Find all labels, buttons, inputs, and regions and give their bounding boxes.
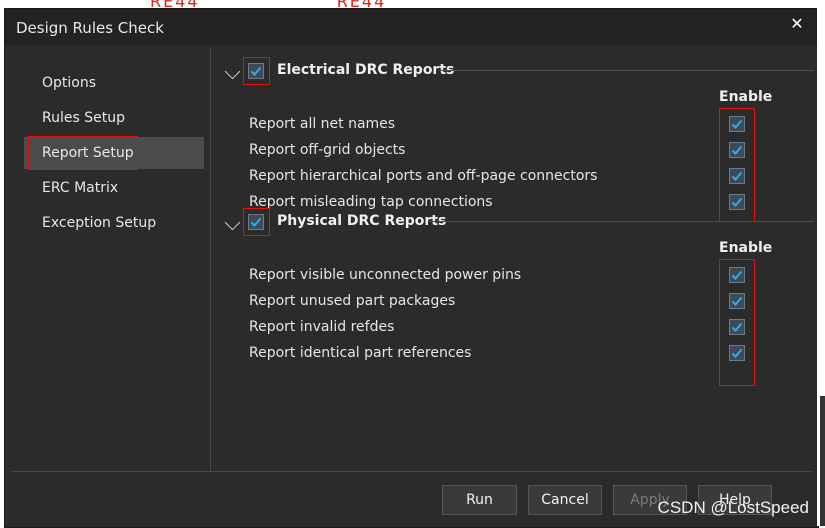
section-divider-electrical xyxy=(439,70,814,71)
checkmark-icon xyxy=(731,145,743,155)
footer-divider xyxy=(11,471,812,472)
electrical-drc-checkbox[interactable] xyxy=(248,63,264,79)
design-rules-check-dialog: Design Rules Check ✕ Options Rules Setup… xyxy=(4,8,819,528)
checkmark-icon xyxy=(731,322,743,332)
checkmark-icon xyxy=(731,270,743,280)
section-title-electrical: Electrical DRC Reports xyxy=(277,62,455,78)
background-right-edge xyxy=(820,396,825,526)
enable-checkbox-report-identical-references[interactable] xyxy=(729,345,745,361)
section-title-physical: Physical DRC Reports xyxy=(277,213,447,229)
sidebar-item-erc-matrix[interactable]: ERC Matrix xyxy=(24,172,204,204)
row-label-report-invalid-refdes: Report invalid refdes xyxy=(249,319,395,335)
enable-checkbox-report-hierarchical-ports[interactable] xyxy=(729,168,745,184)
checkmark-icon xyxy=(731,296,743,306)
checkmark-icon xyxy=(731,119,743,129)
checkmark-icon xyxy=(731,171,743,181)
row-label-report-unused-packages: Report unused part packages xyxy=(249,293,456,309)
title-bar: Design Rules Check ✕ xyxy=(5,9,818,45)
row-label-report-all-net-names: Report all net names xyxy=(249,116,396,132)
sidebar-item-options[interactable]: Options xyxy=(24,67,204,99)
row-label-report-identical-references: Report identical part references xyxy=(249,345,472,361)
checkmark-icon xyxy=(250,66,262,76)
enable-checkbox-report-off-grid-objects[interactable] xyxy=(729,142,745,158)
checkmark-icon xyxy=(731,197,743,207)
row-label-report-hierarchical-ports: Report hierarchical ports and off-page c… xyxy=(249,168,598,184)
row-label-report-visible-unconnected: Report visible unconnected power pins xyxy=(249,267,522,283)
checkmark-icon xyxy=(731,348,743,358)
row-label-report-misleading-tap: Report misleading tap connections xyxy=(249,194,493,210)
enable-checkbox-report-visible-unconnected[interactable] xyxy=(729,267,745,283)
watermark-text: CSDN @LostSpeed xyxy=(657,498,809,517)
enable-checkbox-report-invalid-refdes[interactable] xyxy=(729,319,745,335)
sidebar-item-exception-setup[interactable]: Exception Setup xyxy=(24,207,204,239)
section-divider-physical xyxy=(429,221,814,222)
enable-header-physical: Enable xyxy=(719,240,773,256)
sidebar: Options Rules Setup Report Setup ERC Mat… xyxy=(11,47,211,471)
enable-checkbox-report-unused-packages[interactable] xyxy=(729,293,745,309)
row-label-report-off-grid-objects: Report off-grid objects xyxy=(249,142,406,158)
sidebar-item-report-setup[interactable]: Report Setup xyxy=(24,137,204,169)
enable-checkbox-report-misleading-tap[interactable] xyxy=(729,194,745,210)
collapse-electrical-chevron-icon[interactable] xyxy=(224,63,241,80)
cancel-button[interactable]: Cancel xyxy=(528,485,602,515)
enable-header-electrical: Enable xyxy=(719,89,773,105)
enable-checkbox-report-all-net-names[interactable] xyxy=(729,116,745,132)
run-button[interactable]: Run xyxy=(442,485,517,515)
dialog-title: Design Rules Check xyxy=(16,19,164,37)
sidebar-item-rules-setup[interactable]: Rules Setup xyxy=(24,102,204,134)
close-icon[interactable]: ✕ xyxy=(788,15,806,33)
physical-drc-checkbox[interactable] xyxy=(248,214,264,230)
checkmark-icon xyxy=(250,217,262,227)
collapse-physical-chevron-icon[interactable] xyxy=(224,214,241,231)
report-setup-panel: Electrical DRC Reports Enable Report all… xyxy=(211,47,814,471)
